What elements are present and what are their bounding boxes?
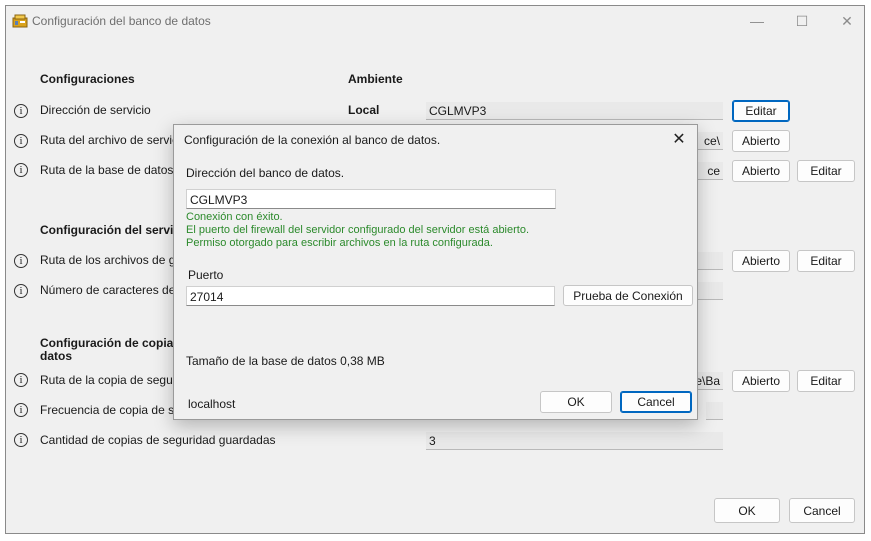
backup-config-header: Configuración de copia: [40, 336, 174, 350]
open-record-files-path-button[interactable]: Abierto: [732, 250, 790, 272]
dialog-title: Configuración de la conexión al banco de…: [184, 133, 441, 147]
status-firewall: El puerto del firewall del servidor conf…: [186, 224, 530, 236]
info-icon[interactable]: i: [14, 433, 28, 447]
edit-service-address-button[interactable]: Editar: [732, 100, 790, 122]
service-config-header: Configuración del servi: [40, 223, 174, 237]
dialog-ok-button[interactable]: OK: [540, 391, 612, 413]
char-count-label: Número de caracteres del r: [40, 283, 186, 297]
record-files-path-label: Ruta de los archivos de gr: [40, 253, 180, 267]
edit-database-path-button[interactable]: Editar: [797, 160, 855, 182]
backup-frequency-field[interactable]: [706, 402, 723, 420]
window-title: Configuración del banco de datos: [32, 14, 211, 28]
dialog-cancel-button[interactable]: Cancel: [620, 391, 692, 413]
info-icon[interactable]: i: [14, 284, 28, 298]
info-icon[interactable]: i: [14, 104, 28, 118]
maximize-icon[interactable]: ☐: [779, 6, 825, 36]
backup-config-header-line2: datos: [40, 349, 73, 363]
database-app-icon: [12, 14, 28, 28]
backup-count-field[interactable]: 3: [426, 432, 723, 450]
close-icon[interactable]: ✕: [667, 128, 691, 152]
minimize-icon[interactable]: —: [734, 6, 780, 36]
service-address-field[interactable]: CGLMVP3: [426, 102, 723, 120]
port-input[interactable]: 27014: [186, 286, 555, 306]
ok-button[interactable]: OK: [714, 498, 780, 523]
char-count-field[interactable]: [696, 282, 723, 300]
record-files-path-field[interactable]: [696, 252, 723, 270]
status-success: Conexión con éxito.: [186, 211, 283, 223]
database-path-label: Ruta de la base de datos (: [40, 163, 181, 177]
close-icon[interactable]: ✕: [824, 6, 870, 36]
info-icon[interactable]: i: [14, 403, 28, 417]
edit-record-files-path-button[interactable]: Editar: [797, 250, 855, 272]
settings-header: Configuraciones: [40, 72, 135, 86]
service-file-path-label: Ruta del archivo de servicio: [40, 133, 188, 147]
cancel-button[interactable]: Cancel: [789, 498, 855, 523]
backup-count-label: Cantidad de copias de seguridad guardada…: [40, 433, 276, 447]
open-backup-path-button[interactable]: Abierto: [732, 370, 790, 392]
connection-dialog: Configuración de la conexión al banco de…: [173, 124, 698, 420]
info-icon[interactable]: i: [14, 254, 28, 268]
open-database-path-button[interactable]: Abierto: [732, 160, 790, 182]
status-permission: Permiso otorgado para escribir archivos …: [186, 237, 493, 249]
service-address-label: Dirección de servicio: [40, 103, 151, 117]
address-input[interactable]: CGLMVP3: [186, 189, 556, 209]
info-icon[interactable]: i: [14, 373, 28, 387]
service-address-env: Local: [348, 103, 380, 117]
port-label: Puerto: [188, 268, 224, 282]
environment-header: Ambiente: [348, 72, 403, 86]
open-service-file-path-button[interactable]: Abierto: [732, 130, 790, 152]
backup-frequency-label: Frecuencia de copia de seg: [40, 403, 188, 417]
test-connection-button[interactable]: Prueba de Conexión: [563, 285, 693, 306]
dialog-body: Dirección del banco de datos. CGLMVP3 Co…: [176, 157, 695, 417]
address-label: Dirección del banco de datos.: [186, 166, 345, 180]
info-icon[interactable]: i: [14, 134, 28, 148]
title-bar: Configuración del banco de datos — ☐ ✕: [6, 6, 864, 36]
backup-path-label: Ruta de la copia de segurid: [40, 373, 187, 387]
db-size-text: Tamaño de la base de datos 0,38 MB: [186, 354, 385, 368]
edit-backup-path-button[interactable]: Editar: [797, 370, 855, 392]
host-text: localhost: [188, 397, 236, 411]
info-icon[interactable]: i: [14, 163, 28, 177]
